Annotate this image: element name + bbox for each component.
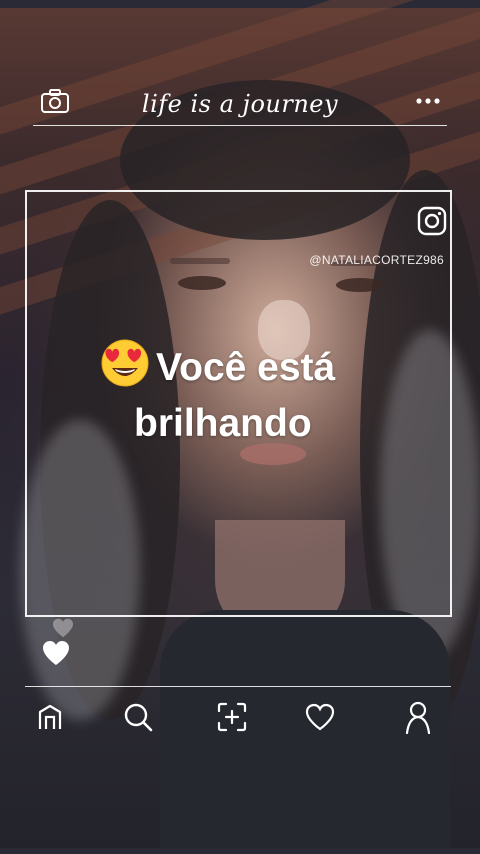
story-caption: Você está brilhando [100,338,400,452]
caption-line-2: brilhando [134,402,312,445]
home-icon[interactable] [30,697,70,737]
caption-line-1: Você está [156,346,336,389]
bottom-nav [0,697,480,737]
search-icon[interactable] [118,697,158,737]
status-strip-bottom [0,848,480,854]
header-divider [33,125,447,126]
heart-outline-icon[interactable] [300,697,340,737]
instagram-icon[interactable] [417,206,447,241]
profile-icon[interactable] [398,697,438,737]
story-screen: life is a journey @NATALIACORTEZ986 Você… [0,0,480,854]
add-post-icon[interactable] [212,697,252,737]
post-frame-overlay: life is a journey @NATALIACORTEZ986 Você… [0,0,480,854]
post-username[interactable]: @NATALIACORTEZ986 [309,253,444,267]
heart-eyes-emoji-icon [100,338,150,388]
nav-divider [25,686,451,687]
heart-icon[interactable] [42,640,70,671]
floating-heart-icon [52,618,74,643]
more-dots-icon[interactable] [415,94,443,113]
header-title: life is a journey [141,90,339,118]
